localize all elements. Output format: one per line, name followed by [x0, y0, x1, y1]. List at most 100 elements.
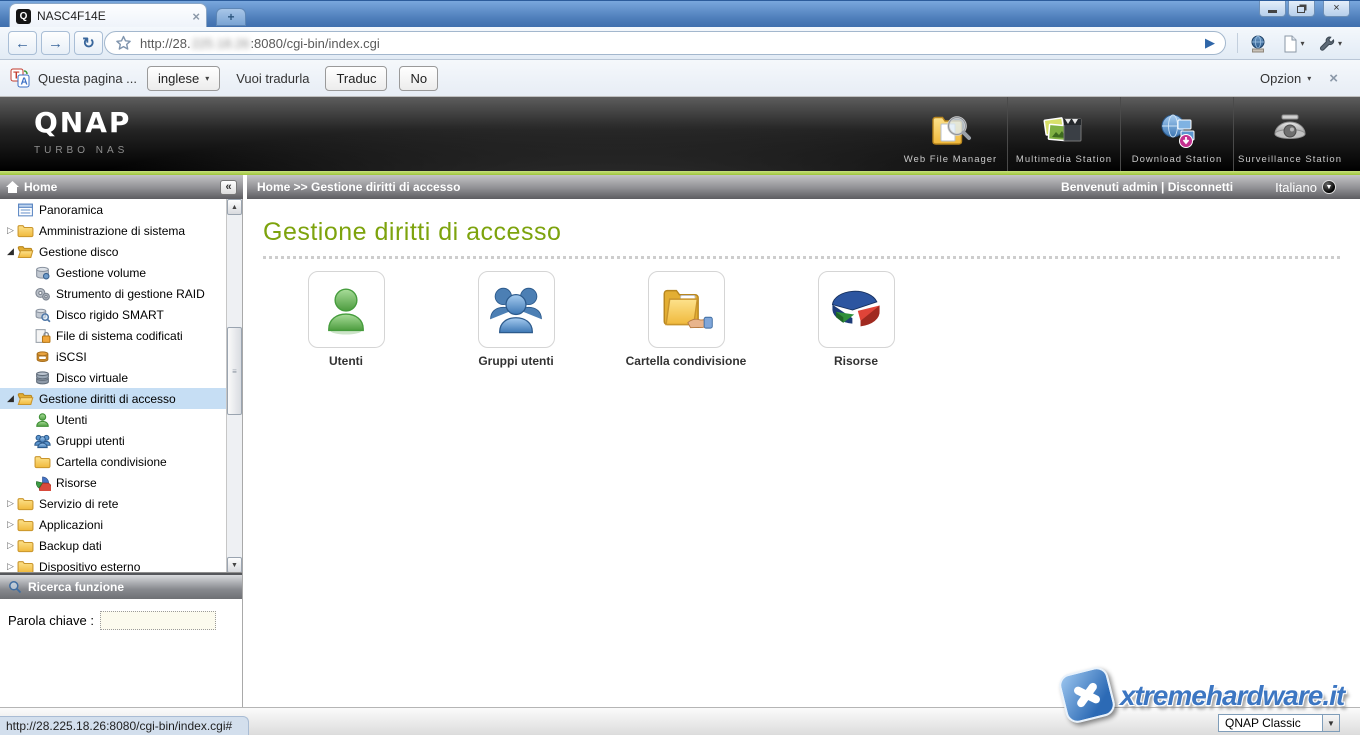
folder-icon — [17, 559, 34, 574]
url-blurred-segment: 225.18.26 — [192, 36, 250, 51]
xtremehardware-logo-icon — [1057, 665, 1118, 726]
infobar-close-icon[interactable]: × — [1329, 70, 1338, 87]
folder-icon — [17, 223, 34, 239]
tree-item-gestione-volume[interactable]: Gestione volume — [0, 262, 227, 283]
xtremehardware-watermark: xtremehardware.it — [1056, 664, 1356, 728]
card-cartella-condivisione[interactable]: Cartella condivisione — [601, 271, 771, 368]
tab-title: NASC4F14E — [37, 9, 192, 23]
page-icon — [1283, 35, 1298, 53]
shortcut-cards: Utenti Gruppi utenti — [247, 271, 1360, 368]
translate-options-button[interactable]: Opzion▾ — [1260, 71, 1311, 86]
scroll-thumb[interactable]: ≡ — [227, 327, 242, 415]
volume-icon — [34, 265, 51, 281]
language-selector[interactable]: Italiano ▼ — [1275, 180, 1336, 195]
address-bar[interactable]: http://28.225.18.26:8080/cgi-bin/index.c… — [104, 31, 1226, 55]
close-window-button[interactable]: × — [1323, 1, 1350, 17]
shared-folder-hand-icon[interactable] — [648, 271, 725, 348]
tree-scrollbar[interactable]: ▲ ≡ ▼ — [226, 199, 242, 573]
multimedia-station-icon — [1042, 107, 1086, 151]
tree-item-file-codificati[interactable]: File di sistema codificati — [0, 325, 227, 346]
tree-item-iscsi[interactable]: iSCSI — [0, 346, 227, 367]
language-dropdown-icon: ▼ — [1322, 180, 1336, 194]
raid-icon — [34, 286, 51, 302]
back-button[interactable]: ← — [8, 31, 37, 55]
tree-item-smart[interactable]: Disco rigido SMART — [0, 304, 227, 325]
function-search-title: Ricerca funzione — [28, 580, 124, 594]
quota-pie-chart-icon[interactable] — [818, 271, 895, 348]
browser-tab[interactable]: Q NASC4F14E × — [9, 3, 207, 28]
status-url-text: http://28.225.18.26:8080/cgi-bin/index.c… — [0, 716, 249, 735]
station-web-file-manager[interactable]: Web File Manager — [894, 97, 1007, 171]
translate-prompt: Vuoi tradurla — [236, 71, 309, 86]
translate-language-select[interactable]: inglese▾ — [147, 66, 220, 91]
navigation-tree: Panoramica ▷ Amministrazione di sistema … — [0, 199, 242, 573]
collapse-arrow-icon[interactable]: ◢ — [4, 393, 17, 404]
tree-item-panoramica[interactable]: Panoramica — [0, 199, 227, 220]
keyword-row: Parola chiave : — [0, 599, 242, 642]
restore-button[interactable] — [1288, 1, 1315, 17]
tree-item-gestione-disco[interactable]: ◢ Gestione disco — [0, 241, 227, 262]
collapse-arrow-icon[interactable]: ◢ — [4, 246, 17, 257]
globe-extension-button[interactable] — [1243, 32, 1273, 55]
expand-arrow-icon[interactable]: ▷ — [4, 498, 17, 509]
expand-arrow-icon[interactable]: ▷ — [4, 540, 17, 551]
encrypted-fs-icon — [34, 328, 51, 344]
station-surveillance[interactable]: Surveillance Station — [1233, 97, 1346, 171]
quota-pie-icon — [34, 475, 51, 491]
tree-item-utenti[interactable]: Utenti — [0, 409, 227, 430]
tree-item-dispositivo-esterno[interactable]: ▷ Dispositivo esterno — [0, 556, 227, 573]
page-menu-button[interactable]: ▾ — [1279, 32, 1309, 55]
bookmark-star-icon[interactable] — [115, 35, 132, 51]
keyword-input[interactable] — [100, 611, 216, 630]
go-button[interactable]: ▶ — [1205, 35, 1215, 51]
tree-item-risorse[interactable]: Risorse — [0, 472, 227, 493]
card-utenti[interactable]: Utenti — [261, 271, 431, 368]
no-translate-button[interactable]: No — [399, 66, 438, 91]
window-controls: × — [1259, 1, 1350, 17]
tree-item-backup-dati[interactable]: ▷ Backup dati — [0, 535, 227, 556]
tree-item-disco-virtuale[interactable]: Disco virtuale — [0, 367, 227, 388]
tree-item-gestione-diritti-di-accesso[interactable]: ◢ Gestione diritti di accesso — [0, 388, 227, 409]
tree-item-servizio-di-rete[interactable]: ▷ Servizio di rete — [0, 493, 227, 514]
chevron-down-icon: ▾ — [1300, 39, 1304, 48]
station-multimedia[interactable]: Multimedia Station — [1007, 97, 1120, 171]
tree-item-gruppi-utenti[interactable]: Gruppi utenti — [0, 430, 227, 451]
surveillance-station-icon — [1268, 107, 1312, 151]
page-title: Gestione diritti di accesso — [263, 218, 1360, 247]
card-risorse[interactable]: Risorse — [771, 271, 941, 368]
breadcrumb-bar: Home >> Gestione diritti di accesso Benv… — [247, 175, 1360, 199]
new-tab-button[interactable]: + — [216, 8, 246, 26]
scroll-down-button[interactable]: ▼ — [227, 557, 242, 573]
tree-item-amministrazione-di-sistema[interactable]: ▷ Amministrazione di sistema — [0, 220, 227, 241]
tree-item-applicazioni[interactable]: ▷ Applicazioni — [0, 514, 227, 535]
translate-button[interactable]: Traduc — [325, 66, 387, 91]
expand-arrow-icon[interactable]: ▷ — [4, 519, 17, 530]
reload-button[interactable]: ↻ — [74, 31, 103, 55]
tree-item-raid[interactable]: Strumento di gestione RAID — [0, 283, 227, 304]
wrench-icon — [1318, 35, 1336, 53]
wrench-menu-button[interactable]: ▾ — [1315, 32, 1345, 55]
translate-infobar: T A Questa pagina ... inglese▾ Vuoi trad… — [0, 60, 1360, 97]
welcome-logout-text[interactable]: Benvenuti admin | Disconnetti — [1061, 180, 1233, 194]
card-gruppi-utenti[interactable]: Gruppi utenti — [431, 271, 601, 368]
forward-button[interactable]: → — [41, 31, 70, 55]
browser-toolbar: ← → ↻ http://28.225.18.26:8080/cgi-bin/i… — [0, 27, 1360, 60]
scroll-up-button[interactable]: ▲ — [227, 199, 242, 215]
user-groups-icon[interactable] — [478, 271, 555, 348]
minimize-icon — [1268, 10, 1277, 13]
web-file-manager-icon — [929, 107, 973, 151]
expand-arrow-icon[interactable]: ▷ — [4, 225, 17, 236]
station-download[interactable]: Download Station — [1120, 97, 1233, 171]
users-icon[interactable] — [308, 271, 385, 348]
folder-icon — [17, 517, 34, 533]
function-search-header[interactable]: Ricerca funzione — [0, 573, 242, 599]
folder-open-icon — [17, 391, 34, 407]
sidebar: Panoramica ▷ Amministrazione di sistema … — [0, 199, 243, 707]
expand-arrow-icon[interactable]: ▷ — [4, 561, 17, 572]
minimize-button[interactable] — [1259, 1, 1286, 17]
tab-close-icon[interactable]: × — [192, 10, 200, 23]
chevron-down-icon: ▾ — [1307, 74, 1311, 83]
sidebar-collapse-button[interactable]: « — [220, 180, 237, 195]
tree-item-cartella-condivisione[interactable]: Cartella condivisione — [0, 451, 227, 472]
chevron-down-icon: ▾ — [205, 74, 209, 83]
